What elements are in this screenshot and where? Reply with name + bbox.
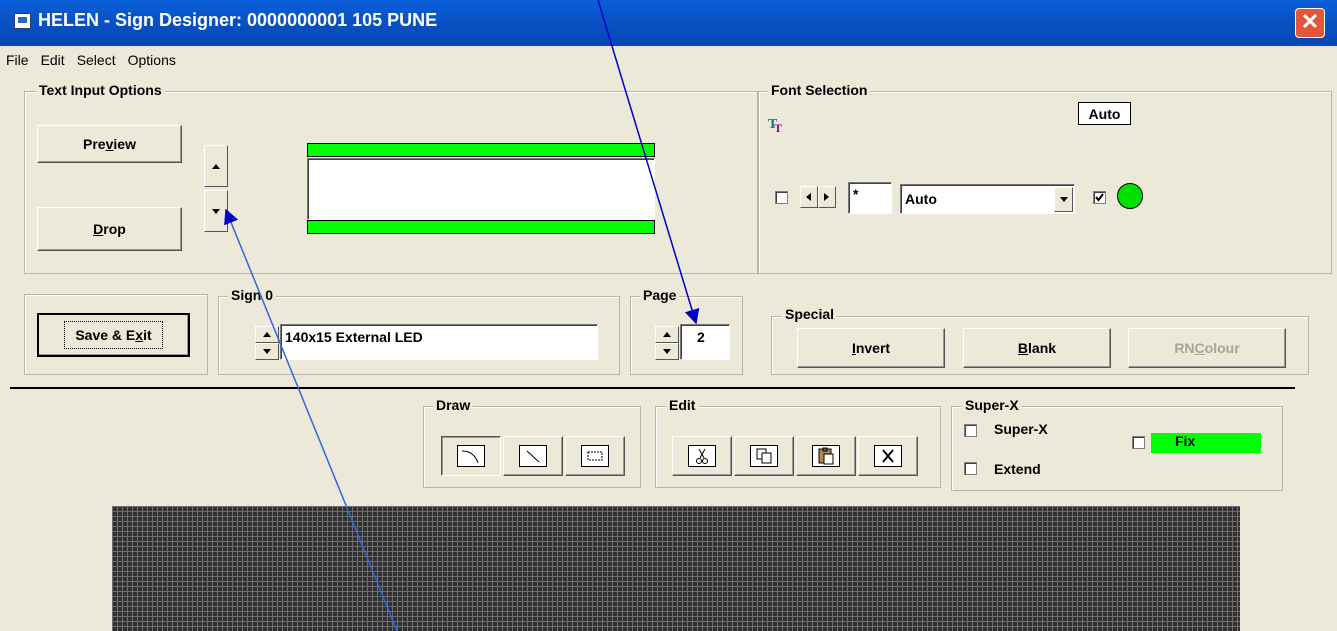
preview-button[interactable]: Pre v iew [37, 125, 182, 163]
copy-icon [750, 445, 778, 467]
sign-legend: Sign 0 [228, 287, 277, 303]
save-exit-label-b: x [135, 327, 144, 343]
checkmark-icon [1095, 193, 1104, 202]
rn-colour-button: RN Colour [1128, 328, 1286, 368]
font-size-field[interactable]: * [848, 182, 892, 214]
delete-icon [874, 445, 902, 467]
draw-legend: Draw [433, 397, 474, 413]
preview-label-b: v [105, 136, 114, 152]
line-tool-button[interactable] [503, 436, 563, 476]
text-input-field[interactable] [307, 158, 655, 220]
arc-tool-button[interactable] [441, 436, 501, 476]
invert-button[interactable]: Invert [797, 328, 945, 368]
auto-label-box: Auto [1078, 102, 1131, 125]
preview-label-a: Pre [83, 136, 106, 152]
menu-options[interactable]: Options [128, 52, 176, 68]
led-sign-canvas[interactable] [112, 506, 1240, 631]
font-enable-checkbox[interactable] [1093, 191, 1106, 204]
rn-colour-label-b: C [1194, 340, 1205, 356]
extend-label: Extend [994, 461, 1041, 477]
title-bar: HELEN - Sign Designer: 0000000001 105 PU… [0, 0, 1337, 46]
window-title: HELEN - Sign Designer: 0000000001 105 PU… [38, 10, 438, 30]
close-button[interactable]: ✕ [1295, 8, 1325, 38]
font-select[interactable]: Auto [900, 184, 1075, 214]
blank-label-b: lank [1028, 340, 1057, 356]
status-indicator-circle [1117, 183, 1143, 209]
extend-checkbox[interactable] [964, 462, 977, 475]
font-select-dropdown-button[interactable] [1054, 187, 1073, 212]
superx-label: Super-X [994, 421, 1048, 437]
invert-label-b: nvert [855, 340, 891, 356]
blank-label-a: B [1017, 340, 1029, 356]
superx-legend: Super-X [962, 397, 1022, 413]
edit-legend: Edit [666, 397, 699, 413]
preview-label-c: iew [113, 136, 136, 152]
arrow-up-icon [663, 332, 671, 337]
font-tt-icon: T T [768, 115, 786, 135]
font-select-value: Auto [905, 191, 937, 207]
rectangle-tool-icon [581, 445, 609, 467]
rn-colour-label-c: olour [1204, 340, 1240, 356]
fix-checkbox[interactable] [1132, 436, 1145, 449]
font-next-button[interactable] [818, 186, 836, 208]
scroll-up-button[interactable] [204, 145, 228, 187]
close-icon: ✕ [1300, 9, 1320, 34]
arrow-left-icon [806, 193, 811, 201]
font-selection-legend: Font Selection [768, 82, 871, 98]
preview-bar-bottom [307, 220, 655, 234]
sign-spin-down[interactable] [255, 343, 279, 360]
preview-bar-top [307, 143, 655, 157]
font-prev-button[interactable] [800, 186, 818, 208]
page-spin-down[interactable] [655, 343, 679, 360]
scroll-down-button[interactable] [204, 190, 228, 232]
sign-spin-up[interactable] [255, 326, 279, 343]
save-exit-label-c: it [143, 327, 152, 343]
blank-button[interactable]: Blank [963, 328, 1111, 368]
fix-label: Fix [1151, 433, 1261, 453]
menu-file[interactable]: File [6, 52, 29, 68]
save-exit-button[interactable]: Save & Ex it [37, 313, 190, 357]
chevron-down-icon [1059, 197, 1068, 202]
paste-icon [812, 445, 840, 467]
text-input-options-legend: Text Input Options [36, 82, 165, 98]
drop-label-b: rop [103, 221, 126, 237]
save-exit-label-a: Save & E [75, 327, 136, 343]
font-option-checkbox[interactable] [775, 191, 788, 204]
svg-text:T: T [774, 121, 782, 135]
arrow-up-icon [212, 163, 220, 169]
save-exit-focus-ring: Save & Ex it [64, 321, 163, 349]
cut-icon [688, 445, 716, 467]
menu-bar: File Edit Select Options [0, 46, 1337, 74]
app-icon [14, 13, 31, 29]
arrow-down-icon [212, 208, 220, 214]
line-tool-icon [519, 445, 547, 467]
arrow-up-icon [263, 332, 271, 337]
arrow-down-icon [663, 349, 671, 354]
cut-button[interactable] [672, 436, 732, 476]
delete-button[interactable] [858, 436, 918, 476]
arrow-right-icon [824, 193, 829, 201]
drop-button[interactable]: Drop [37, 207, 182, 251]
arrow-down-icon [263, 349, 271, 354]
copy-button[interactable] [734, 436, 794, 476]
paste-button[interactable] [796, 436, 856, 476]
arc-tool-icon [457, 445, 485, 467]
font-selection-group [758, 91, 1332, 274]
page-legend: Page [640, 287, 680, 303]
page-number-field[interactable]: 2 [680, 324, 730, 360]
special-legend: Special [782, 306, 838, 322]
menu-select[interactable]: Select [77, 52, 116, 68]
rn-colour-label-a: RN [1174, 340, 1195, 356]
sign-type-field[interactable]: 140x15 External LED [280, 324, 598, 360]
menu-edit[interactable]: Edit [41, 52, 65, 68]
drop-label-a: D [93, 221, 104, 237]
sign-designer-window: HELEN - Sign Designer: 0000000001 105 PU… [0, 0, 1337, 631]
rectangle-tool-button[interactable] [565, 436, 625, 476]
superx-checkbox[interactable] [964, 424, 977, 437]
panel-divider [10, 387, 1295, 389]
page-spin-up[interactable] [655, 326, 679, 343]
